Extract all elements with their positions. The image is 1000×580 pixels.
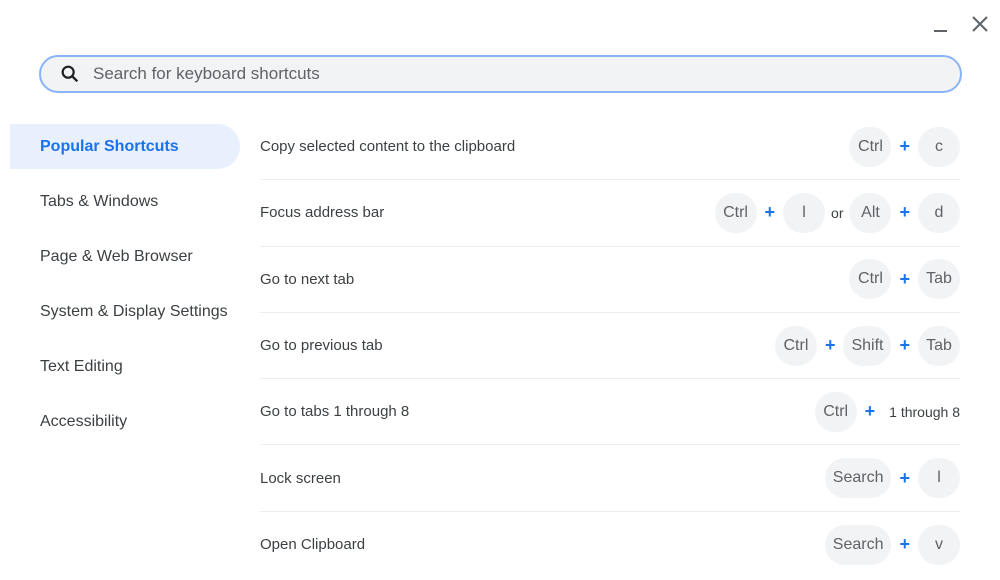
search-input[interactable] [93,64,893,84]
sidebar-item-text-editing[interactable]: Text Editing [10,344,240,389]
plus-separator: + [899,534,910,555]
search-icon [61,65,79,83]
key-chip: Shift [843,325,892,366]
shortcut-keys: Ctrl + Shift + Tab [774,325,960,366]
key-chip: Ctrl [714,192,757,233]
minimize-button[interactable] [928,12,952,36]
shortcut-description: Focus address bar [260,204,385,222]
shortcut-keys: Search + v [824,524,960,565]
shortcut-keys: Search + l [824,458,960,499]
shortcut-keys: Ctrl + l or Alt + d [714,192,960,233]
plus-separator: + [864,401,876,422]
shortcut-row: Go to next tab Ctrl + Tab [260,247,960,313]
plus-separator: + [899,268,910,289]
search-bar[interactable] [39,55,962,93]
close-icon [972,16,988,32]
shortcut-row: Go to previous tab Ctrl + Shift + Tab [260,313,960,380]
key-chip: Ctrl [774,325,817,366]
plus-separator: + [764,202,776,223]
sidebar-item-accessibility[interactable]: Accessibility [10,399,240,444]
key-chip: l [783,192,826,233]
key-chip: c [918,126,960,167]
shortcut-list: Copy selected content to the clipboard Ct… [260,114,960,578]
plus-separator: + [824,335,836,356]
shortcut-row: Open Clipboard Search + v [260,512,960,578]
key-chip: Ctrl [814,391,857,432]
sidebar-item-popular-shortcuts[interactable]: Popular Shortcuts [10,124,240,169]
shortcut-row: Focus address bar Ctrl + l or Alt + d [260,180,960,247]
shortcut-description: Copy selected content to the clipboard [260,138,516,156]
shortcut-keys: Ctrl + Tab [849,259,960,300]
key-chip: Alt [849,192,892,233]
sidebar-item-page-web-browser[interactable]: Page & Web Browser [10,234,240,279]
key-text: 1 through 8 [889,403,960,420]
plus-separator: + [899,136,910,157]
shortcut-description: Lock screen [260,469,341,487]
close-button[interactable] [968,12,992,36]
plus-separator: + [899,202,910,223]
key-chip: Ctrl [849,259,892,300]
shortcut-keys: Ctrl +1 through 8 [814,391,960,432]
key-chip: Tab [918,259,960,300]
shortcut-description: Go to next tab [260,270,355,288]
key-chip: l [918,458,960,499]
shortcut-description: Open Clipboard [260,536,366,554]
key-chip: Search [824,458,892,499]
key-text: or [831,204,844,221]
shortcut-row: Lock screen Search + l [260,445,960,512]
sidebar-item-system-display-settings[interactable]: System & Display Settings [10,289,240,334]
sidebar: Popular Shortcuts Tabs & Windows Page & We… [10,124,240,454]
plus-separator: + [899,467,910,488]
key-chip: d [918,192,960,233]
sidebar-item-tabs-windows[interactable]: Tabs & Windows [10,179,240,224]
shortcut-description: Go to previous tab [260,337,383,355]
key-chip: Search [824,524,892,565]
key-chip: Tab [918,325,960,366]
shortcut-row: Copy selected content to the clipboard Ct… [260,114,960,181]
shortcut-row: Go to tabs 1 through 8 Ctrl +1 through 8 [260,379,960,446]
plus-separator: + [899,335,910,356]
shortcut-description: Go to tabs 1 through 8 [260,403,410,421]
key-chip: v [918,524,960,565]
minimize-icon [934,30,947,32]
key-chip: Ctrl [849,126,892,167]
shortcut-keys: Ctrl + c [849,126,960,167]
